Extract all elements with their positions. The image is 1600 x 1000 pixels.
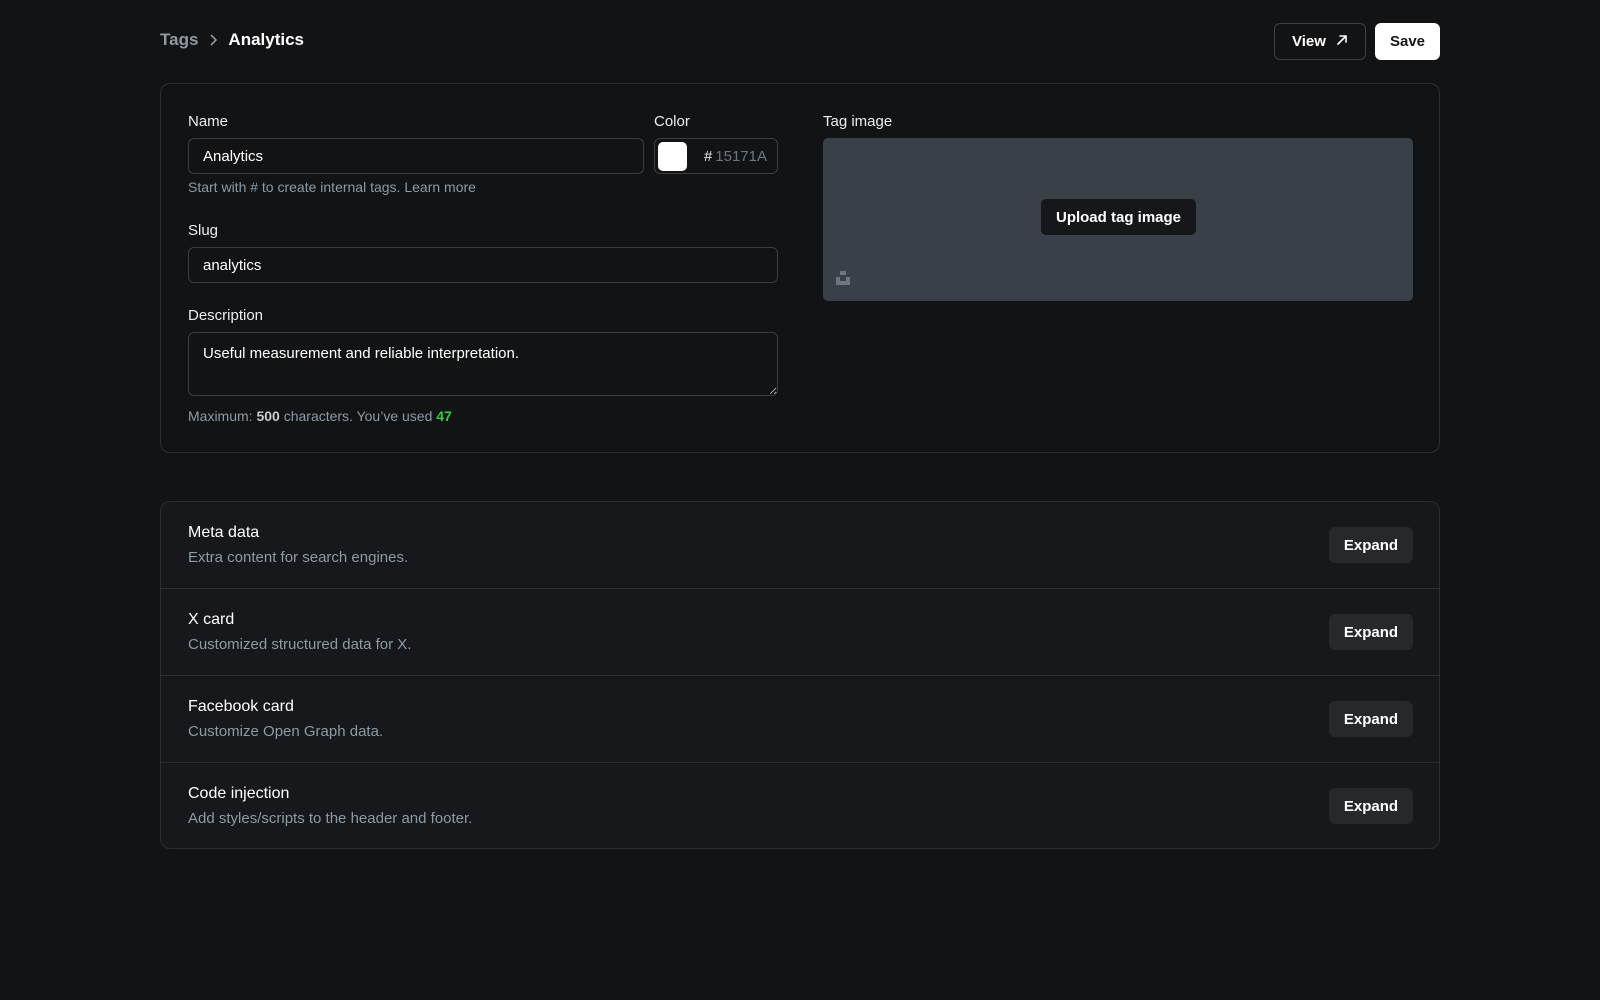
breadcrumb-tags-link[interactable]: Tags bbox=[160, 30, 198, 50]
setting-description: Extra content for search engines. bbox=[188, 549, 409, 566]
header-actions: View Save bbox=[1274, 23, 1440, 60]
name-hint-text: Start with # to create internal tags. bbox=[188, 179, 401, 195]
unsplash-icon[interactable] bbox=[835, 270, 851, 286]
save-button[interactable]: Save bbox=[1375, 23, 1440, 60]
description-textarea[interactable]: Useful measurement and reliable interpre… bbox=[188, 332, 778, 396]
expand-facebook-card-button[interactable]: Expand bbox=[1329, 701, 1413, 737]
tag-image-label: Tag image bbox=[823, 113, 893, 130]
breadcrumb-current: Analytics bbox=[228, 30, 305, 49]
setting-row-code-injection: Code injection Add styles/scripts to the… bbox=[161, 763, 1439, 848]
slug-input[interactable] bbox=[188, 247, 778, 283]
tag-settings-card: Name Start with # to create internal tag… bbox=[160, 83, 1440, 453]
setting-row-x-card: X card Customized structured data for X.… bbox=[161, 589, 1439, 676]
name-hint: Start with # to create internal tags. Le… bbox=[188, 179, 476, 195]
arrow-up-right-icon bbox=[1336, 33, 1348, 50]
setting-description: Add styles/scripts to the header and foo… bbox=[188, 810, 473, 827]
setting-row-meta-data: Meta data Extra content for search engin… bbox=[161, 502, 1439, 589]
tag-metadata-card: Meta data Extra content for search engin… bbox=[160, 501, 1440, 849]
view-button[interactable]: View bbox=[1274, 23, 1366, 60]
setting-title: Facebook card bbox=[188, 698, 294, 715]
name-label: Name bbox=[188, 113, 229, 130]
description-label: Description bbox=[188, 307, 264, 324]
counter-prefix: Maximum: bbox=[188, 408, 253, 424]
counter-used: 47 bbox=[436, 408, 452, 424]
upload-tag-image-button[interactable]: Upload tag image bbox=[1041, 199, 1196, 235]
color-swatch[interactable] bbox=[658, 141, 687, 171]
color-field[interactable]: # 15171A bbox=[654, 138, 778, 174]
character-counter: Maximum: 500 characters. You’ve used 47 bbox=[188, 408, 452, 424]
setting-description: Customized structured data for X. bbox=[188, 636, 412, 653]
counter-middle: characters. You’ve used bbox=[283, 408, 433, 424]
page-header: Tags Analytics View Save bbox=[160, 22, 1440, 60]
breadcrumb: Tags Analytics bbox=[160, 30, 304, 50]
setting-row-facebook-card: Facebook card Customize Open Graph data.… bbox=[161, 676, 1439, 763]
slug-label: Slug bbox=[188, 222, 219, 239]
name-input[interactable] bbox=[188, 138, 644, 174]
hash-prefix: # bbox=[703, 147, 713, 165]
learn-more-link[interactable]: Learn more bbox=[404, 179, 476, 195]
counter-max: 500 bbox=[256, 408, 280, 424]
setting-title: Code injection bbox=[188, 785, 290, 802]
color-hex-input[interactable]: 15171A bbox=[715, 148, 767, 165]
expand-code-injection-button[interactable]: Expand bbox=[1329, 788, 1413, 824]
tag-image-dropzone[interactable]: Upload tag image bbox=[823, 138, 1413, 301]
expand-meta-data-button[interactable]: Expand bbox=[1329, 527, 1413, 563]
color-label: Color bbox=[654, 113, 690, 130]
chevron-right-icon bbox=[210, 34, 218, 46]
setting-title: Meta data bbox=[188, 524, 260, 541]
expand-x-card-button[interactable]: Expand bbox=[1329, 614, 1413, 650]
view-button-label: View bbox=[1292, 33, 1326, 50]
setting-title: X card bbox=[188, 611, 235, 628]
setting-description: Customize Open Graph data. bbox=[188, 723, 384, 740]
